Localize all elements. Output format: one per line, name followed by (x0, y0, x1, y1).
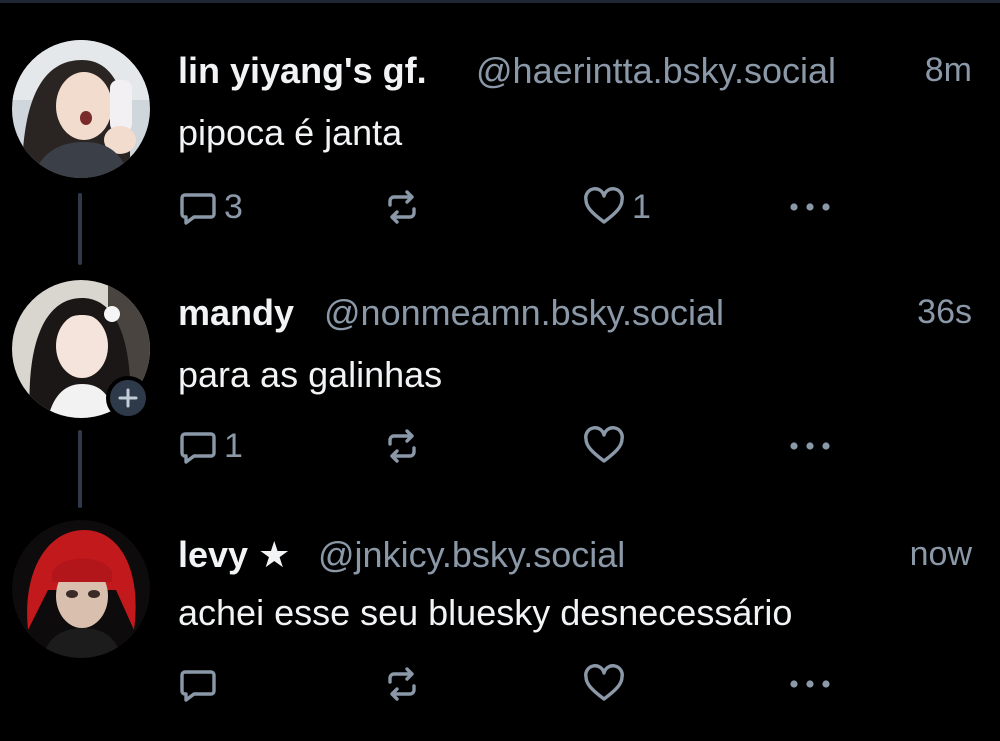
post[interactable]: lin yiyang's gf. @haerintta.bsky.social … (0, 28, 1000, 265)
post-header: lin yiyang's gf. @haerintta.bsky.social … (178, 42, 972, 98)
like-button[interactable] (582, 422, 632, 470)
post-text: pipoca é janta (178, 112, 403, 153)
repost-icon (388, 429, 416, 463)
repost-button[interactable] (382, 183, 422, 231)
post[interactable]: levy ★ @jnkicy.bsky.social now achei ess… (0, 512, 1000, 741)
avatar-photo-icon (12, 520, 150, 658)
handle[interactable]: @jnkicy.bsky.social (318, 534, 625, 576)
ellipsis-icon (790, 442, 830, 450)
ellipsis-icon (790, 680, 830, 688)
reply-button[interactable] (178, 660, 224, 708)
reply-count: 3 (224, 187, 243, 226)
handle[interactable]: @haerintta.bsky.social (476, 50, 836, 92)
reply-icon (180, 432, 216, 464)
post-header: levy ★ @jnkicy.bsky.social now (178, 526, 972, 582)
heart-icon (584, 664, 624, 701)
like-button[interactable] (582, 660, 632, 708)
post-actions: 1 (178, 422, 878, 470)
reply-icon (180, 670, 216, 702)
more-options-button[interactable] (786, 660, 834, 708)
reply-count: 1 (224, 426, 243, 465)
display-name[interactable]: levy ★ (178, 534, 290, 576)
reply-button[interactable]: 1 (178, 422, 243, 470)
avatar[interactable] (12, 520, 150, 658)
post-text: achei esse seu bluesky desnecessário (178, 592, 793, 633)
post-actions (178, 660, 878, 708)
display-name[interactable]: mandy (178, 292, 294, 334)
reply-icon (180, 193, 216, 225)
timestamp[interactable]: now (910, 535, 972, 574)
repost-button[interactable] (382, 422, 422, 470)
follow-button[interactable] (106, 376, 150, 420)
like-count: 1 (632, 187, 651, 226)
reply-button[interactable]: 3 (178, 183, 243, 231)
post[interactable]: mandy @nonmeamn.bsky.social 36s para as … (0, 270, 1000, 508)
repost-icon (388, 667, 416, 701)
repost-icon (388, 190, 416, 224)
handle[interactable]: @nonmeamn.bsky.social (324, 292, 724, 334)
display-name[interactable]: lin yiyang's gf. (178, 50, 427, 92)
avatar-photo-icon (12, 40, 150, 178)
thread-line (78, 430, 82, 508)
avatar[interactable] (12, 40, 150, 178)
post-header: mandy @nonmeamn.bsky.social 36s (178, 284, 972, 340)
heart-icon (584, 187, 624, 224)
timestamp[interactable]: 36s (917, 293, 972, 332)
heart-icon (584, 426, 624, 463)
post-actions: 3 1 (178, 183, 878, 231)
top-divider (0, 0, 1000, 3)
repost-button[interactable] (382, 660, 422, 708)
more-options-button[interactable] (786, 422, 834, 470)
like-button[interactable]: 1 (582, 183, 651, 231)
more-options-button[interactable] (786, 183, 834, 231)
thread-line (78, 193, 82, 265)
plus-icon (118, 388, 138, 408)
ellipsis-icon (790, 203, 830, 211)
post-text: para as galinhas (178, 354, 443, 395)
timestamp[interactable]: 8m (925, 51, 972, 90)
